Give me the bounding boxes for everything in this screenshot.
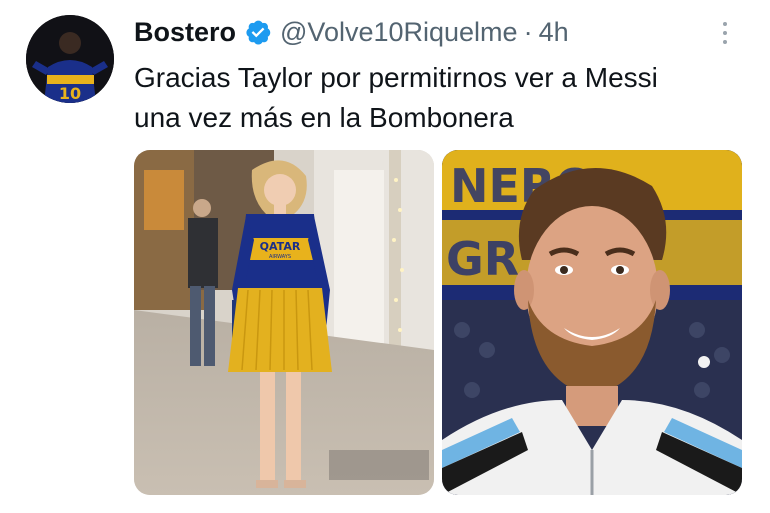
tweet-text: Gracias Taylor por permitirnos ver a Mes…: [134, 58, 754, 138]
header-separator: ·: [523, 16, 533, 47]
author-avatar[interactable]: 10: [26, 15, 114, 103]
messi-portrait-photo-icon: NERO GR BO: [442, 150, 742, 495]
boca-jersey-avatar-icon: 10: [26, 15, 114, 103]
tweet-text-line: una vez más en la Bombonera: [134, 102, 514, 133]
taylor-boca-jersey-photo-icon: QATAR AIRWAYS: [134, 150, 434, 495]
jersey-sponsor-subtext: AIRWAYS: [269, 254, 291, 260]
media-photo-taylor[interactable]: QATAR AIRWAYS: [134, 150, 434, 495]
verified-badge-icon[interactable]: [244, 18, 272, 46]
tweet-timestamp[interactable]: 4h: [539, 17, 569, 48]
author-display-name[interactable]: Bostero: [134, 17, 236, 48]
more-dot: [723, 22, 727, 26]
more-dot: [723, 40, 727, 44]
tweet-card[interactable]: 10 Bostero @Volve10Riquelme · 4h Gracias…: [0, 0, 770, 513]
tweet-media-grid: QATAR AIRWAYS NERO GR: [134, 150, 742, 495]
svg-text:10: 10: [59, 84, 81, 103]
tweet-text-line: Gracias Taylor por permitirnos ver a Mes…: [134, 62, 658, 93]
author-handle[interactable]: @Volve10Riquelme: [280, 17, 518, 48]
media-photo-messi[interactable]: NERO GR BO: [442, 150, 742, 495]
jersey-sponsor-text: QATAR: [260, 240, 301, 253]
tweet-header: Bostero @Volve10Riquelme · 4h: [134, 12, 569, 52]
more-dot: [723, 31, 727, 35]
more-options-icon[interactable]: [713, 16, 737, 50]
